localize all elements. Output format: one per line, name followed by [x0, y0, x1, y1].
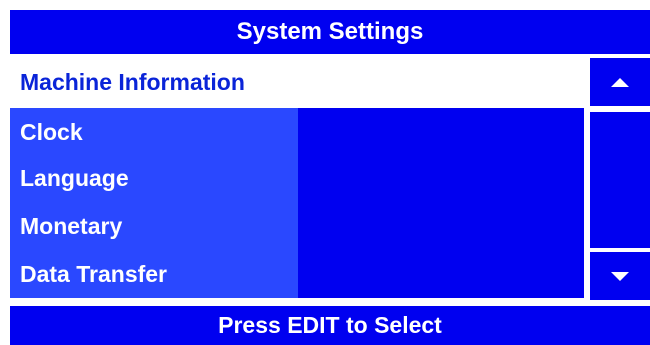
menu-item-monetary[interactable]: Monetary: [10, 202, 298, 250]
scroll-up-button[interactable]: [590, 58, 650, 106]
arrow-down-icon: [611, 271, 629, 281]
arrow-up-icon: [611, 77, 629, 87]
menu-item-language[interactable]: Language: [10, 154, 298, 202]
scroll-down-button[interactable]: [590, 252, 650, 300]
footer-hint: Press EDIT to Select: [10, 306, 650, 345]
menu-item-clock[interactable]: Clock: [10, 108, 298, 156]
page-title: System Settings: [10, 10, 650, 54]
list-background: [298, 108, 584, 298]
scroll-track[interactable]: [590, 112, 650, 248]
menu-item-machine-information[interactable]: Machine Information: [10, 58, 584, 106]
settings-menu: Machine Information Clock Language Monet…: [10, 58, 584, 298]
menu-item-data-transfer[interactable]: Data Transfer: [10, 250, 298, 298]
